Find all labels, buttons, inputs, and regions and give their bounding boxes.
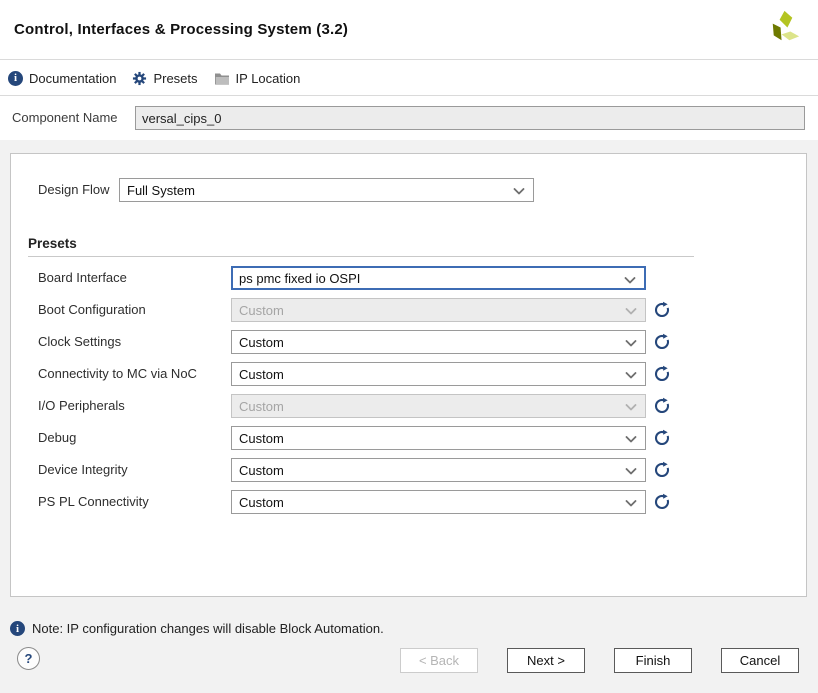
preset-dropdown[interactable]: Custom <box>231 426 646 450</box>
preset-dropdown-value: Custom <box>239 431 284 446</box>
chevron-down-icon <box>625 468 637 475</box>
help-icon: ? <box>25 651 33 666</box>
refresh-icon[interactable] <box>653 429 671 447</box>
preset-dropdown[interactable]: Custom <box>231 330 646 354</box>
refresh-icon[interactable] <box>653 333 671 351</box>
component-name-row: Component Name <box>0 96 818 140</box>
preset-dropdown-value: Custom <box>239 399 284 414</box>
ip-location-label: IP Location <box>236 71 301 86</box>
dialog-header: Control, Interfaces & Processing System … <box>0 0 818 60</box>
documentation-button[interactable]: i Documentation <box>8 71 116 86</box>
preset-row-label: PS PL Connectivity <box>38 490 149 514</box>
chevron-down-icon <box>625 404 637 411</box>
preset-row-label: Boot Configuration <box>38 298 146 322</box>
folder-icon <box>214 72 230 85</box>
chevron-down-icon <box>625 340 637 347</box>
preset-row-label: Clock Settings <box>38 330 121 354</box>
refresh-icon[interactable] <box>653 461 671 479</box>
dialog-body: Design Flow Full System Presets Board In… <box>0 140 818 693</box>
next-button[interactable]: Next > <box>507 648 585 673</box>
preset-row-label: Device Integrity <box>38 458 128 482</box>
preset-dropdown[interactable]: Custom <box>231 458 646 482</box>
preset-row: Boot Configuration Custom <box>11 298 806 322</box>
refresh-icon[interactable] <box>653 301 671 319</box>
note-row: i Note: IP configuration changes will di… <box>10 621 384 636</box>
back-button[interactable]: < Back <box>400 648 478 673</box>
chevron-down-icon <box>625 436 637 443</box>
xilinx-logo-icon <box>762 7 806 51</box>
button-bar: < Back Next > Finish Cancel <box>400 648 799 673</box>
preset-row: Device Integrity Custom <box>11 458 806 482</box>
refresh-icon[interactable] <box>653 493 671 511</box>
preset-dropdown-value: Custom <box>239 303 284 318</box>
preset-dropdown[interactable]: Custom <box>231 490 646 514</box>
toolbar: i Documentation Presets IP Locatio <box>0 61 818 96</box>
preset-dropdown[interactable]: Custom <box>231 298 646 322</box>
ip-location-button[interactable]: IP Location <box>214 71 301 86</box>
preset-row-label: Board Interface <box>38 266 127 290</box>
chevron-down-icon <box>625 372 637 379</box>
finish-button[interactable]: Finish <box>614 648 692 673</box>
preset-row: Debug Custom <box>11 426 806 450</box>
chevron-down-icon <box>625 500 637 507</box>
preset-row-label: Debug <box>38 426 76 450</box>
preset-row-label: Connectivity to MC via NoC <box>38 362 197 386</box>
preset-row-label: I/O Peripherals <box>38 394 125 418</box>
preset-row: PS PL Connectivity Custom <box>11 490 806 514</box>
preset-rows: Board Interface ps pmc fixed io OSPI Boo… <box>11 154 806 596</box>
component-name-label: Component Name <box>12 110 118 125</box>
info-icon: i <box>8 71 23 86</box>
preset-dropdown[interactable]: ps pmc fixed io OSPI <box>231 266 646 290</box>
chevron-down-icon <box>625 308 637 315</box>
info-icon: i <box>10 621 25 636</box>
note-text: Note: IP configuration changes will disa… <box>32 621 384 636</box>
chevron-down-icon <box>624 277 636 284</box>
preset-dropdown-value: ps pmc fixed io OSPI <box>239 271 360 286</box>
preset-dropdown-value: Custom <box>239 335 284 350</box>
refresh-icon[interactable] <box>653 365 671 383</box>
config-panel: Design Flow Full System Presets Board In… <box>10 153 807 597</box>
preset-row: Board Interface ps pmc fixed io OSPI <box>11 266 806 290</box>
presets-label: Presets <box>153 71 197 86</box>
preset-dropdown-value: Custom <box>239 495 284 510</box>
preset-row: Connectivity to MC via NoC Custom <box>11 362 806 386</box>
preset-row: Clock Settings Custom <box>11 330 806 354</box>
help-button[interactable]: ? <box>17 647 40 670</box>
preset-dropdown-value: Custom <box>239 463 284 478</box>
refresh-icon[interactable] <box>653 397 671 415</box>
documentation-label: Documentation <box>29 71 116 86</box>
page-title: Control, Interfaces & Processing System … <box>0 21 348 38</box>
preset-dropdown[interactable]: Custom <box>231 362 646 386</box>
cancel-button[interactable]: Cancel <box>721 648 799 673</box>
cips-config-dialog: Control, Interfaces & Processing System … <box>0 0 818 693</box>
preset-dropdown-value: Custom <box>239 367 284 382</box>
preset-dropdown[interactable]: Custom <box>231 394 646 418</box>
gear-icon <box>132 71 147 86</box>
component-name-input[interactable] <box>135 106 805 130</box>
preset-row: I/O Peripherals Custom <box>11 394 806 418</box>
presets-button[interactable]: Presets <box>132 71 197 86</box>
